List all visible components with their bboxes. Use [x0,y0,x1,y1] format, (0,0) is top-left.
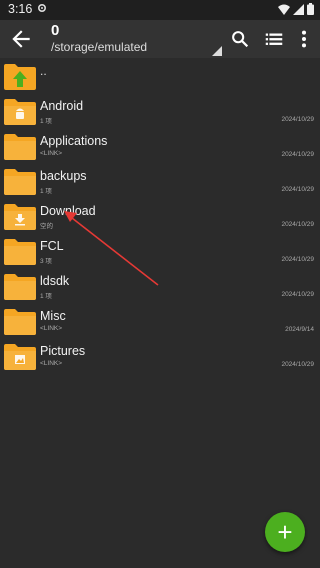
folder-name: Misc [40,309,66,323]
folder-date: 2024/10/29 [281,186,314,193]
folder-name: Android [40,99,84,113]
file-list: .. Android 1 项 2024/10/29 Applications <LINK… [0,58,320,373]
path-breadcrumb[interactable]: /storage/emulated [51,40,147,54]
folder-icon [4,344,36,370]
folder-subtitle: <LINK> [40,325,63,332]
path-dropdown-icon[interactable] [212,46,222,56]
folder-row[interactable]: Applications <LINK> 2024/10/29 [0,128,320,163]
folder-name: backups [40,169,87,183]
folder-row[interactable]: ldsdk 1 项 2024/10/29 [0,268,320,303]
folder-name: FCL [40,239,64,253]
folder-subtitle: <LINK> [40,360,63,367]
status-icons [278,3,314,15]
folder-name: Pictures [40,344,86,358]
folder-name: ldsdk [40,274,70,288]
folder-name: Download [40,204,96,218]
folder-row[interactable]: Misc <LINK> 2024/9/14 [0,303,320,338]
folder-subtitle: 空的 [40,223,53,230]
folder-row[interactable]: Pictures <LINK> 2024/10/29 [0,338,320,373]
list-view-icon[interactable] [263,28,285,50]
folder-row[interactable]: Download 空的 2024/10/29 [0,198,320,233]
folder-date: 2024/10/29 [281,361,314,368]
toolbar: 0 /storage/emulated [0,20,320,58]
folder-date: 2024/9/14 [285,326,314,333]
more-options-icon[interactable] [293,28,315,50]
folder-subtitle: <LINK> [40,150,63,157]
folder-icon [4,274,36,300]
status-bar: 3:16 [0,0,320,20]
folder-icon [4,204,36,230]
folder-row[interactable]: backups 1 项 2024/10/29 [0,163,320,198]
folder-date: 2024/10/29 [281,256,314,263]
parent-folder-icon [4,64,36,90]
signal-icon [293,3,304,15]
folder-subtitle: 3 项 [40,258,52,265]
folder-icon [4,169,36,195]
folder-icon [4,134,36,160]
wifi-icon [278,4,290,15]
search-icon[interactable] [229,28,251,50]
folder-row[interactable]: FCL 3 项 2024/10/29 [0,233,320,268]
folder-date: 2024/10/29 [281,221,314,228]
folder-icon [4,239,36,265]
parent-folder-row[interactable]: .. [0,58,320,93]
status-time: 3:16 [8,2,33,16]
folder-subtitle: 1 项 [40,293,52,300]
folder-subtitle: 1 项 [40,118,52,125]
folder-date: 2024/10/29 [281,116,314,123]
folder-date: 2024/10/29 [281,151,314,158]
folder-name: Applications [40,134,108,148]
battery-icon [307,3,314,15]
folder-subtitle: 1 项 [40,188,52,195]
parent-folder-label: .. [40,64,47,78]
folder-icon [4,99,36,125]
settings-icon [37,3,47,13]
folder-row[interactable]: Android 1 项 2024/10/29 [0,93,320,128]
folder-title: 0 [51,22,60,39]
folder-icon [4,309,36,335]
back-arrow-icon[interactable] [8,26,34,52]
add-button[interactable]: + [265,512,305,552]
folder-date: 2024/10/29 [281,291,314,298]
plus-icon: + [277,517,293,547]
